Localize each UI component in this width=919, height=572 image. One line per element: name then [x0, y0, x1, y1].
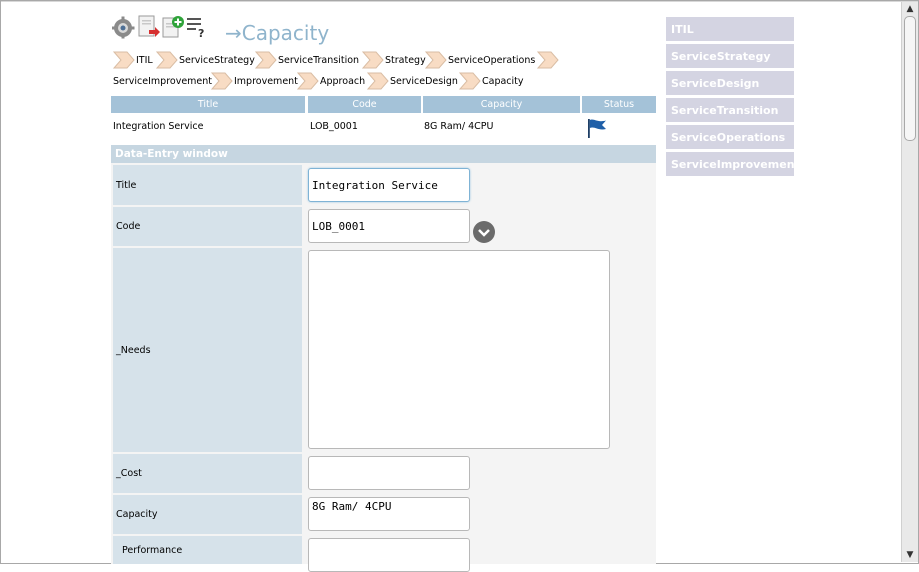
chevron-right-icon: [156, 51, 178, 69]
title-field[interactable]: [308, 168, 470, 202]
chevron-right-icon: [425, 51, 447, 69]
chevron-right-icon: [537, 51, 559, 69]
chevron-right-icon: [113, 51, 135, 69]
breadcrumb-serviceoperations[interactable]: ServiceOperations: [425, 51, 535, 69]
breadcrumb-servicedesign[interactable]: ServiceDesign: [367, 72, 458, 90]
page-title: →Capacity: [225, 21, 330, 45]
nav-item-serviceoperations[interactable]: ServiceOperations: [666, 125, 794, 149]
chevron-right-icon: [211, 72, 233, 90]
nav-item-servicedesign[interactable]: ServiceDesign: [666, 71, 794, 95]
help-list-icon[interactable]: ?: [185, 15, 209, 39]
column-header-title[interactable]: Title: [111, 96, 305, 113]
breadcrumb-servicetransition[interactable]: ServiceTransition: [255, 51, 359, 69]
column-header-capacity[interactable]: Capacity: [423, 96, 580, 113]
blue-flag-icon[interactable]: [586, 117, 608, 139]
data-entry-header: Data-Entry window: [111, 145, 656, 163]
code-dropdown-button[interactable]: [473, 221, 495, 243]
scroll-down-icon[interactable]: ▼: [902, 548, 918, 562]
chevron-right-icon: [297, 72, 319, 90]
nav-item-servicetransition[interactable]: ServiceTransition: [666, 98, 794, 122]
cost-field[interactable]: [308, 456, 470, 490]
breadcrumb-label: ServiceDesign: [390, 75, 458, 87]
nav-item-servicestrategy[interactable]: ServiceStrategy: [666, 44, 794, 68]
nav-item-itil[interactable]: ITIL: [666, 17, 794, 41]
breadcrumb-label: ServiceTransition: [278, 54, 360, 66]
breadcrumb-strategy[interactable]: Strategy: [362, 51, 426, 69]
breadcrumb-label: Improvement: [234, 75, 298, 87]
breadcrumb-label: Approach: [320, 75, 366, 87]
capacity-label: Capacity: [113, 495, 302, 534]
needs-field[interactable]: [308, 250, 610, 449]
chevron-right-icon: [367, 72, 389, 90]
settings-gear-icon[interactable]: [111, 15, 135, 39]
breadcrumb-serviceimprovement[interactable]: ServiceImprovement: [113, 72, 212, 90]
breadcrumb-label: Capacity: [482, 75, 524, 87]
needs-label: _Needs: [113, 248, 302, 452]
performance-label: Performance: [113, 536, 302, 564]
breadcrumb-label: ServiceOperations: [448, 54, 536, 66]
export-document-icon[interactable]: [137, 15, 161, 39]
svg-text:?: ?: [198, 27, 204, 39]
breadcrumb-label: ServiceStrategy: [179, 54, 255, 66]
chevron-right-icon: [362, 51, 384, 69]
scrollbar-thumb[interactable]: [904, 16, 916, 141]
row-title-cell[interactable]: Integration Service: [113, 121, 203, 132]
title-label: Title: [113, 165, 302, 205]
breadcrumb-itil[interactable]: ITIL: [113, 51, 153, 69]
scroll-up-icon[interactable]: ▲: [902, 2, 918, 16]
code-label: Code: [113, 207, 302, 246]
breadcrumb-servicestrategy[interactable]: ServiceStrategy: [156, 51, 255, 69]
chevron-right-icon: [255, 51, 277, 69]
breadcrumb-label: Strategy: [385, 54, 426, 66]
column-header-code[interactable]: Code: [308, 96, 421, 113]
row-capacity-cell: 8G Ram/ 4CPU: [424, 121, 494, 132]
breadcrumb-approach[interactable]: Approach: [297, 72, 365, 90]
chevron-right-icon: [459, 72, 481, 90]
add-document-icon[interactable]: [161, 15, 185, 39]
vertical-scrollbar[interactable]: ▲ ▼: [901, 2, 918, 562]
column-header-status[interactable]: Status: [582, 96, 656, 113]
breadcrumb-label: ServiceImprovement: [113, 75, 213, 87]
breadcrumb-capacity[interactable]: Capacity: [459, 72, 524, 90]
breadcrumb-label: ITIL: [136, 54, 153, 66]
nav-item-serviceimprovement[interactable]: ServiceImprovement: [666, 152, 800, 176]
performance-field[interactable]: [308, 538, 470, 572]
breadcrumb-improvement[interactable]: Improvement: [211, 72, 298, 90]
chevron-down-icon: [478, 229, 490, 237]
row-code-cell: LOB_0001: [310, 121, 358, 132]
capacity-field[interactable]: 8G Ram/ 4CPU: [308, 497, 470, 531]
code-field[interactable]: [308, 209, 470, 243]
cost-label: _Cost: [113, 454, 302, 493]
